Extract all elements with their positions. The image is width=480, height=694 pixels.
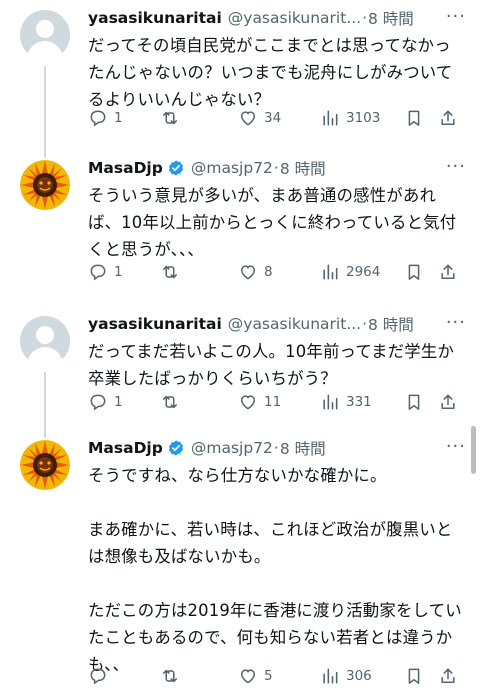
share-button[interactable] — [438, 392, 458, 412]
view-count: 3103 — [346, 110, 381, 126]
reply-button[interactable]: 1 — [88, 262, 160, 282]
verified-badge-icon — [168, 440, 183, 456]
retweet-icon — [163, 265, 177, 279]
timestamp[interactable]: 8 時間 — [280, 437, 326, 459]
share-icon — [441, 668, 455, 683]
heart-icon — [241, 111, 255, 126]
avatar-default[interactable] — [20, 10, 70, 60]
timestamp[interactable]: 8 時間 — [368, 313, 414, 335]
avatar-default[interactable] — [20, 316, 70, 366]
share-icon — [441, 394, 455, 409]
views-icon — [323, 394, 338, 410]
reply-count: 1 — [114, 110, 123, 126]
tweet[interactable]: yasasikunaritai @yasasikunarit... · 8 時間… — [0, 0, 480, 150]
retweet-icon — [163, 395, 177, 409]
like-button[interactable]: 8 — [238, 262, 320, 282]
like-count: 5 — [264, 668, 273, 684]
retweet-button[interactable] — [160, 262, 238, 282]
retweet-icon — [163, 669, 177, 683]
avatar-sunflower[interactable] — [20, 440, 70, 490]
more-options-icon[interactable]: ··· — [446, 156, 466, 177]
heart-icon — [241, 265, 255, 280]
author-handle[interactable]: @yasasikunarit... — [228, 9, 361, 27]
author-handle[interactable]: @masjp72 — [191, 439, 273, 457]
author-handle[interactable]: @yasasikunarit... — [228, 315, 361, 333]
tweet[interactable]: yasasikunaritai @yasasikunarit... · 8 時間… — [0, 306, 480, 430]
author-name[interactable]: yasasikunaritai — [88, 9, 222, 27]
author-name[interactable]: yasasikunaritai — [88, 315, 222, 333]
like-count: 8 — [264, 264, 273, 280]
bookmark-button[interactable] — [404, 666, 438, 686]
tweet[interactable]: MasaDjp @masjp72 · 8 時間 ··· そういう意見が多いが、ま… — [0, 150, 480, 306]
views-icon — [323, 668, 338, 684]
tweet-text: そういう意見が多いが、まあ普通の感性があれば、10年以上前からとっくに終わってい… — [88, 186, 457, 259]
timeline: yasasikunaritai @yasasikunarit... · 8 時間… — [0, 0, 480, 694]
scrollbar[interactable] — [471, 426, 476, 474]
like-button[interactable]: 11 — [238, 392, 320, 412]
views-icon — [323, 110, 338, 126]
avatar-sunflower[interactable] — [20, 160, 70, 210]
tweet-text: そうですね、なら仕方ないかな確かに。 まあ確かに、若い時は、これほど政治が腹黒い… — [88, 466, 462, 674]
retweet-icon — [163, 111, 177, 125]
reply-button[interactable]: 1 — [88, 108, 160, 128]
author-name[interactable]: MasaDjp — [88, 159, 163, 177]
bookmark-icon — [408, 668, 420, 684]
tweet-text: だってその頃自民党がここまでとは思ってなかったんじゃないの？いつまでも泥舟にしが… — [88, 36, 453, 109]
heart-icon — [241, 669, 255, 684]
thread-line — [44, 66, 46, 150]
bookmark-button[interactable] — [404, 262, 438, 282]
reply-icon — [90, 394, 106, 411]
thread-line — [44, 372, 46, 430]
reply-icon — [90, 110, 106, 127]
like-count: 34 — [264, 110, 282, 126]
bookmark-icon — [408, 264, 420, 280]
more-options-icon[interactable]: ··· — [446, 6, 466, 27]
timestamp[interactable]: 8 時間 — [280, 157, 326, 179]
views-button[interactable]: 3103 — [320, 108, 404, 128]
share-button[interactable] — [438, 262, 458, 282]
retweet-button[interactable] — [160, 666, 238, 686]
reply-button[interactable] — [88, 666, 160, 686]
thread-line — [44, 430, 46, 438]
views-button[interactable]: 306 — [320, 666, 404, 686]
reply-icon — [90, 264, 106, 281]
reply-button[interactable]: 1 — [88, 392, 160, 412]
verified-badge-icon — [168, 160, 183, 176]
retweet-button[interactable] — [160, 108, 238, 128]
reply-icon — [90, 668, 106, 685]
share-icon — [441, 110, 455, 125]
like-button[interactable]: 34 — [238, 108, 320, 128]
heart-icon — [241, 395, 255, 410]
more-options-icon[interactable]: ··· — [446, 312, 466, 333]
separator-dot: · — [273, 439, 279, 457]
bookmark-icon — [408, 110, 420, 126]
separator-dot: · — [273, 159, 279, 177]
reply-count: 1 — [114, 264, 123, 280]
author-name[interactable]: MasaDjp — [88, 439, 163, 457]
views-icon — [323, 264, 338, 280]
bookmark-icon — [408, 394, 420, 410]
views-button[interactable]: 331 — [320, 392, 404, 412]
author-handle[interactable]: @masjp72 — [191, 159, 273, 177]
reply-count: 1 — [114, 394, 123, 410]
share-button[interactable] — [438, 666, 458, 686]
view-count: 306 — [346, 668, 372, 684]
retweet-button[interactable] — [160, 392, 238, 412]
like-count: 11 — [264, 394, 282, 410]
tweet-text: だってまだ若いよこの人。10年前ってまだ学生か卒業したばっかりくらいちがう？ — [88, 342, 455, 388]
more-options-icon[interactable]: ··· — [446, 436, 466, 457]
like-button[interactable]: 5 — [238, 666, 320, 686]
thread-line — [44, 150, 46, 158]
views-button[interactable]: 2964 — [320, 262, 404, 282]
tweet[interactable]: MasaDjp @masjp72 · 8 時間 ··· そうですね、なら仕方ない… — [0, 430, 480, 694]
separator-dot: · — [362, 315, 368, 333]
bookmark-button[interactable] — [404, 392, 438, 412]
view-count: 2964 — [346, 264, 381, 280]
share-icon — [441, 264, 455, 279]
separator-dot: · — [362, 9, 368, 27]
view-count: 331 — [346, 394, 372, 410]
bookmark-button[interactable] — [404, 108, 438, 128]
timestamp[interactable]: 8 時間 — [368, 7, 414, 29]
share-button[interactable] — [438, 108, 458, 128]
